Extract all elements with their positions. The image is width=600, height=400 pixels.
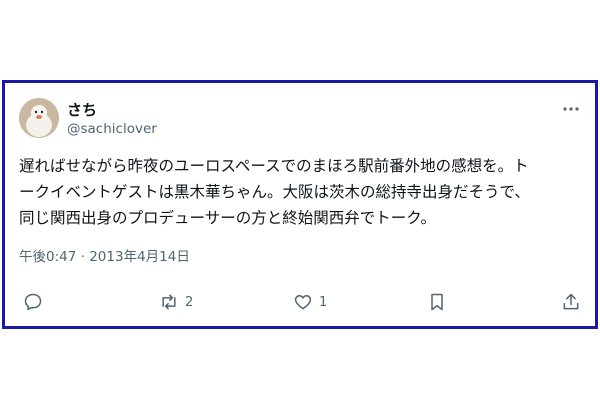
tweet-text-line: 遅ればせながら昨夜のユーロスペースでのまほろ駅前番外地の感想を。ト bbox=[19, 157, 529, 175]
action-bar: 2 1 bbox=[5, 289, 595, 315]
share-button[interactable] bbox=[561, 289, 581, 315]
tweet-timestamp[interactable]: 午後0:47 · 2013年4月14日 bbox=[19, 245, 190, 265]
bookmark-icon bbox=[431, 293, 443, 311]
tweet-text: 遅ればせながら昨夜のユーロスペースでのまほろ駅前番外地の感想を。ト ークイベント… bbox=[19, 153, 585, 231]
like-count: 1 bbox=[319, 294, 328, 310]
tweet-card: さち @sachiclover 遅ればせながら昨夜のユーロスペースでのまほろ駅前… bbox=[2, 80, 598, 329]
tweet-text-line: ークイベントゲストは黒木華ちゃん。大阪は茨木の総持寺出身だそうで、 bbox=[19, 183, 530, 201]
reply-icon bbox=[24, 293, 42, 311]
like-icon bbox=[294, 295, 312, 310]
retweet-count: 2 bbox=[185, 294, 194, 310]
user-handle[interactable]: @sachiclover bbox=[67, 121, 157, 137]
tweet-text-line: 同じ関西出身のプロデューサーの方と終始関西弁でトーク。 bbox=[19, 209, 436, 227]
like-button[interactable]: 1 bbox=[293, 289, 327, 315]
display-name[interactable]: さち bbox=[67, 99, 97, 120]
reply-button[interactable] bbox=[23, 289, 43, 315]
retweet-icon bbox=[162, 294, 176, 310]
avatar-bird-icon bbox=[19, 98, 59, 138]
retweet-button[interactable]: 2 bbox=[159, 289, 193, 315]
share-icon bbox=[563, 293, 579, 310]
more-icon[interactable] bbox=[561, 101, 581, 115]
bookmark-button[interactable] bbox=[427, 289, 447, 315]
avatar[interactable] bbox=[19, 98, 59, 138]
